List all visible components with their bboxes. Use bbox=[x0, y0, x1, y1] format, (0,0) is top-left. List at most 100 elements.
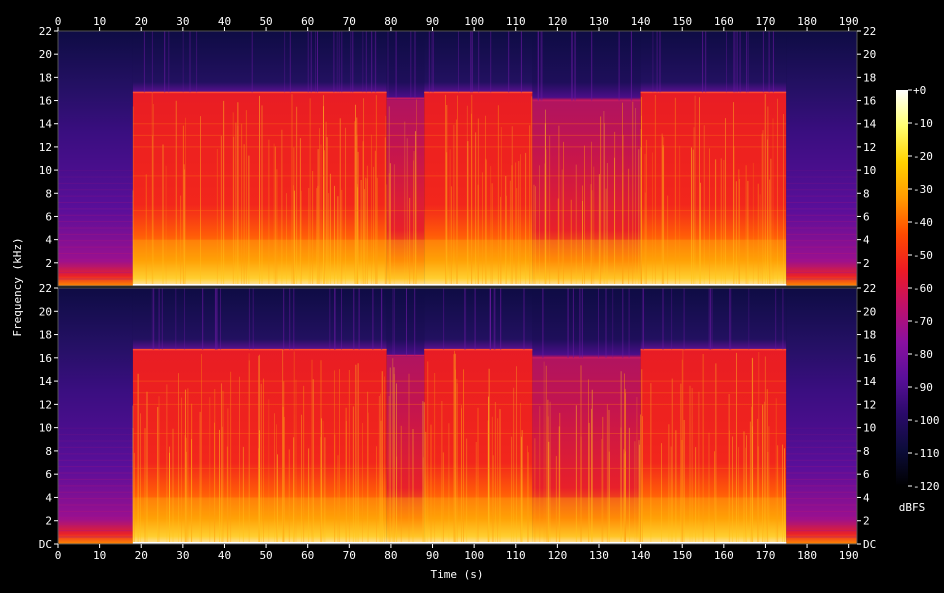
colorbar-tick-label: -40 bbox=[913, 216, 933, 229]
y-tick-label-right: 20 bbox=[863, 48, 876, 61]
y-tick-label-left: DC bbox=[39, 538, 52, 551]
colorbar-tick-label: -10 bbox=[913, 117, 933, 130]
y-tick-label-left: 8 bbox=[45, 445, 52, 458]
y-tick-label-right: 22 bbox=[863, 25, 876, 38]
y-tick-label-left: 14 bbox=[39, 118, 53, 131]
y-tick-label-left: 6 bbox=[45, 210, 52, 223]
y-tick-label-left: 22 bbox=[39, 25, 52, 38]
y-tick-label-right: 22 bbox=[863, 282, 876, 295]
x-tick-label-top: 0 bbox=[55, 15, 62, 28]
y-tick-label-right: 18 bbox=[863, 329, 876, 342]
low-band-energy bbox=[386, 497, 425, 544]
colorbar-tick-label: -60 bbox=[913, 282, 933, 295]
y-tick-label-right: 10 bbox=[863, 164, 876, 177]
x-tick-label-top: 40 bbox=[218, 15, 231, 28]
y-tick-label-left: 4 bbox=[45, 491, 52, 504]
x-tick-label-top: 120 bbox=[547, 15, 567, 28]
colorbar: +0 -10 -20 -30 -40 -50 -60 -70 -80 -90 -100 -110 -12… bbox=[896, 84, 940, 514]
x-tick-label-top: 20 bbox=[135, 15, 148, 28]
x-tick-label-top: 70 bbox=[343, 15, 356, 28]
colorbar-tick-label: -30 bbox=[913, 183, 933, 196]
segment-quiet bbox=[58, 31, 133, 286]
x-tick-label-top: 110 bbox=[506, 15, 526, 28]
x-tick-label-bottom: 80 bbox=[384, 549, 397, 562]
x-tick-label-bottom: 150 bbox=[672, 549, 692, 562]
colorbar-tick-label: -110 bbox=[913, 447, 940, 460]
x-tick-label-top: 90 bbox=[426, 15, 439, 28]
x-tick-label-top: 130 bbox=[589, 15, 609, 28]
y-tick-label-left: 4 bbox=[45, 234, 52, 247]
x-tick-label-bottom: 90 bbox=[426, 549, 439, 562]
x-tick-label-bottom: 190 bbox=[839, 549, 859, 562]
colorbar-ticks: +0 -10 -20 -30 -40 -50 -60 -70 -80 -90 -100 -110 -12… bbox=[908, 84, 940, 493]
y-tick-label-left: 2 bbox=[45, 515, 52, 528]
y-tick-label-left: 20 bbox=[39, 305, 52, 318]
low-band-energy bbox=[640, 239, 787, 286]
x-tick-label-top: 140 bbox=[631, 15, 651, 28]
colorbar-tick-label: -50 bbox=[913, 249, 933, 262]
x-tick-label-bottom: 10 bbox=[93, 549, 106, 562]
x-tick-label-top: 100 bbox=[464, 15, 484, 28]
low-band-energy bbox=[386, 239, 425, 286]
y-tick-label-left: 18 bbox=[39, 71, 52, 84]
low-band-energy bbox=[132, 239, 387, 286]
x-tick-label-top: 80 bbox=[384, 15, 397, 28]
x-tick-label-bottom: 140 bbox=[631, 549, 651, 562]
x-tick-label-bottom: 40 bbox=[218, 549, 231, 562]
low-band-energy bbox=[132, 497, 387, 544]
y-tick-label-right: 2 bbox=[863, 257, 870, 270]
y-tick-label-right: 4 bbox=[863, 234, 870, 247]
y-tick-label-right: 14 bbox=[863, 375, 877, 388]
y-tick-label-left: 10 bbox=[39, 164, 52, 177]
y-tick-label-left: 12 bbox=[39, 398, 52, 411]
y-tick-label-right: 8 bbox=[863, 187, 870, 200]
y-tick-label-right: 2 bbox=[863, 515, 870, 528]
colorbar-tick-label: +0 bbox=[913, 84, 926, 97]
segment-quiet bbox=[786, 288, 857, 544]
x-tick-label-bottom: 180 bbox=[797, 549, 817, 562]
y-tick-label-right: 6 bbox=[863, 210, 870, 223]
x-axis-title: Time (s) bbox=[431, 568, 484, 581]
low-band-energy bbox=[532, 497, 641, 544]
spectrogram-figure: 0 0 10 10 20 20 30 30 40 40 50 50 60 60 70 70 80 80 90 90 10… bbox=[11, 15, 940, 581]
low-band-energy bbox=[424, 497, 533, 544]
colorbar-scale bbox=[896, 90, 908, 486]
x-tick-label-bottom: 130 bbox=[589, 549, 609, 562]
y-tick-label-right: 12 bbox=[863, 398, 876, 411]
x-tick-label-bottom: 100 bbox=[464, 549, 484, 562]
low-band-energy bbox=[424, 239, 533, 286]
colorbar-tick-label: -70 bbox=[913, 315, 933, 328]
x-tick-label-bottom: 50 bbox=[259, 549, 272, 562]
y-tick-label-left: 12 bbox=[39, 141, 52, 154]
x-tick-label-top: 170 bbox=[756, 15, 776, 28]
y-tick-label-right: DC bbox=[863, 538, 876, 551]
x-tick-label-top: 160 bbox=[714, 15, 734, 28]
spectrogram-panels bbox=[57, 30, 858, 545]
y-tick-label-right: 10 bbox=[863, 422, 876, 435]
y-tick-label-right: 4 bbox=[863, 491, 870, 504]
x-tick-label-bottom: 170 bbox=[756, 549, 776, 562]
colorbar-tick-label: -20 bbox=[913, 150, 933, 163]
y-tick-label-right: 18 bbox=[863, 71, 876, 84]
x-tick-label-top: 60 bbox=[301, 15, 314, 28]
colorbar-unit-label: dBFS bbox=[899, 501, 926, 514]
x-tick-label-bottom: 110 bbox=[506, 549, 526, 562]
x-tick-label-bottom: 160 bbox=[714, 549, 734, 562]
colorbar-tick-label: -120 bbox=[913, 480, 940, 493]
x-tick-label-bottom: 20 bbox=[135, 549, 148, 562]
channel-2-spectrogram bbox=[57, 287, 858, 545]
colorbar-tick-label: -100 bbox=[913, 414, 940, 427]
x-tick-label-top: 190 bbox=[839, 15, 859, 28]
y-tick-label-right: 16 bbox=[863, 352, 876, 365]
y-tick-label-left: 22 bbox=[39, 282, 52, 295]
channel-1-spectrogram bbox=[57, 30, 858, 287]
segment-quiet bbox=[786, 31, 857, 286]
y-tick-label-left: 14 bbox=[39, 375, 53, 388]
y-tick-label-left: 18 bbox=[39, 329, 52, 342]
segment-quiet bbox=[58, 288, 133, 544]
y-tick-label-right: 16 bbox=[863, 95, 876, 108]
y-tick-label-left: 6 bbox=[45, 468, 52, 481]
x-tick-label-bottom: 70 bbox=[343, 549, 356, 562]
x-tick-label-top: 30 bbox=[176, 15, 189, 28]
y-tick-label-right: 12 bbox=[863, 141, 876, 154]
